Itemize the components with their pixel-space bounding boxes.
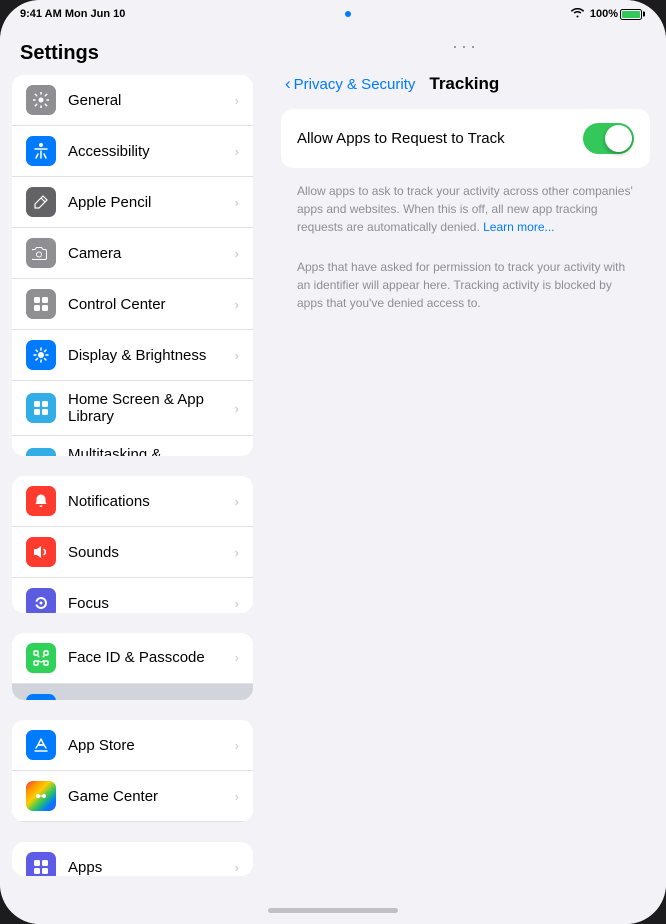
sidebar: Settings General › [0, 28, 265, 896]
apple-pencil-chevron: › [235, 195, 239, 210]
sidebar-item-accessibility[interactable]: Accessibility › [12, 126, 253, 177]
status-dot [345, 11, 351, 17]
status-bar: 9:41 AM Mon Jun 10 100% [0, 0, 666, 28]
sidebar-item-control-center[interactable]: Control Center › [12, 279, 253, 330]
battery: 100% [590, 8, 642, 20]
apple-pencil-label: Apple Pencil [68, 194, 151, 211]
allow-apps-card: Allow Apps to Request to Track [281, 109, 650, 168]
app-store-icon [26, 730, 56, 760]
sounds-chevron: › [235, 545, 239, 560]
display-brightness-label: Display & Brightness [68, 347, 206, 364]
control-center-chevron: › [235, 297, 239, 312]
accessibility-chevron: › [235, 144, 239, 159]
back-chevron-icon: ‹ [285, 74, 291, 94]
control-center-label: Control Center [68, 296, 166, 313]
game-center-chevron: › [235, 789, 239, 804]
sidebar-item-sounds[interactable]: Sounds › [12, 527, 253, 578]
focus-label: Focus [68, 595, 109, 612]
home-screen-icon [26, 393, 56, 423]
status-right: 100% [570, 7, 642, 21]
sidebar-item-display-brightness[interactable]: Display & Brightness › [12, 330, 253, 381]
app-store-chevron: › [235, 738, 239, 753]
panel-body: Allow Apps to Request to Track Allow app… [265, 109, 666, 896]
apps-chevron: › [235, 860, 239, 875]
accessibility-label: Accessibility [68, 143, 150, 160]
sidebar-group-5: Apps › [12, 842, 253, 876]
status-time: 9:41 AM Mon Jun 10 [20, 8, 125, 20]
game-center-label: Game Center [68, 788, 158, 805]
general-icon [26, 85, 56, 115]
sidebar-group-3: Face ID & Passcode › Privacy & Security … [12, 633, 253, 701]
sidebar-item-notifications[interactable]: Notifications › [12, 476, 253, 527]
notifications-label: Notifications [68, 493, 150, 510]
back-label: Privacy & Security [294, 76, 416, 93]
general-label: General [68, 92, 121, 109]
home-bar [268, 908, 398, 913]
sidebar-item-home-screen[interactable]: Home Screen & App Library › [12, 381, 253, 436]
app-store-label: App Store [68, 737, 135, 754]
focus-icon [26, 588, 56, 612]
camera-chevron: › [235, 246, 239, 261]
sidebar-title: Settings [0, 28, 265, 75]
multitasking-icon [26, 448, 56, 456]
wifi-icon [570, 7, 585, 21]
description-block-2: Apps that have asked for permission to t… [281, 252, 650, 328]
panel-header: ‹ Privacy & Security Tracking [265, 59, 666, 109]
sidebar-item-camera[interactable]: Camera › [12, 228, 253, 279]
sidebar-group-4: App Store › Game Center › [12, 720, 253, 822]
sidebar-item-multitasking[interactable]: Multitasking & Gestures › [12, 436, 253, 456]
sidebar-item-focus[interactable]: Focus › [12, 578, 253, 612]
sidebar-item-game-center[interactable]: Game Center › [12, 771, 253, 822]
sidebar-item-apple-pencil[interactable]: Apple Pencil › [12, 177, 253, 228]
sidebar-group-1: General › Accessibility › [12, 75, 253, 456]
panel-title: Tracking [429, 74, 499, 94]
back-button[interactable]: ‹ Privacy & Security [285, 74, 415, 94]
apps-label: Apps [68, 859, 102, 876]
right-panel: ··· ‹ Privacy & Security Tracking Allow … [265, 28, 666, 896]
camera-label: Camera [68, 245, 121, 262]
privacy-security-icon [26, 694, 56, 701]
apps-icon [26, 852, 56, 876]
sidebar-item-privacy-security[interactable]: Privacy & Security › [12, 684, 253, 701]
dots-menu[interactable]: ··· [265, 28, 666, 59]
notifications-chevron: › [235, 494, 239, 509]
home-indicator [0, 896, 666, 924]
home-screen-label: Home Screen & App Library [68, 391, 223, 425]
learn-more-link[interactable]: Learn more... [483, 220, 554, 234]
description-2-text: Apps that have asked for permission to t… [297, 258, 634, 312]
sidebar-item-face-id[interactable]: Face ID & Passcode › [12, 633, 253, 684]
sidebar-group-2: Notifications › Sounds › [12, 476, 253, 612]
general-chevron: › [235, 93, 239, 108]
apple-pencil-icon [26, 187, 56, 217]
control-center-icon [26, 289, 56, 319]
sounds-label: Sounds [68, 544, 119, 561]
camera-icon [26, 238, 56, 268]
face-id-icon [26, 643, 56, 673]
toggle-label: Allow Apps to Request to Track [297, 130, 505, 147]
multitasking-label: Multitasking & Gestures [68, 446, 223, 456]
face-id-label: Face ID & Passcode [68, 649, 205, 666]
accessibility-icon [26, 136, 56, 166]
game-center-icon [26, 781, 56, 811]
display-brightness-icon [26, 340, 56, 370]
description-1-text: Allow apps to ask to track your activity… [297, 182, 634, 236]
sidebar-item-app-store[interactable]: App Store › [12, 720, 253, 771]
multitasking-chevron: › [235, 456, 239, 457]
home-screen-chevron: › [235, 401, 239, 416]
sounds-icon [26, 537, 56, 567]
toggle-knob [605, 125, 632, 152]
focus-chevron: › [235, 596, 239, 611]
battery-icon [620, 9, 642, 20]
face-id-chevron: › [235, 650, 239, 665]
allow-apps-toggle[interactable] [583, 123, 634, 154]
sidebar-item-general[interactable]: General › [12, 75, 253, 126]
description-block-1: Allow apps to ask to track your activity… [281, 176, 650, 252]
display-brightness-chevron: › [235, 348, 239, 363]
notifications-icon [26, 486, 56, 516]
sidebar-item-apps[interactable]: Apps › [12, 842, 253, 876]
